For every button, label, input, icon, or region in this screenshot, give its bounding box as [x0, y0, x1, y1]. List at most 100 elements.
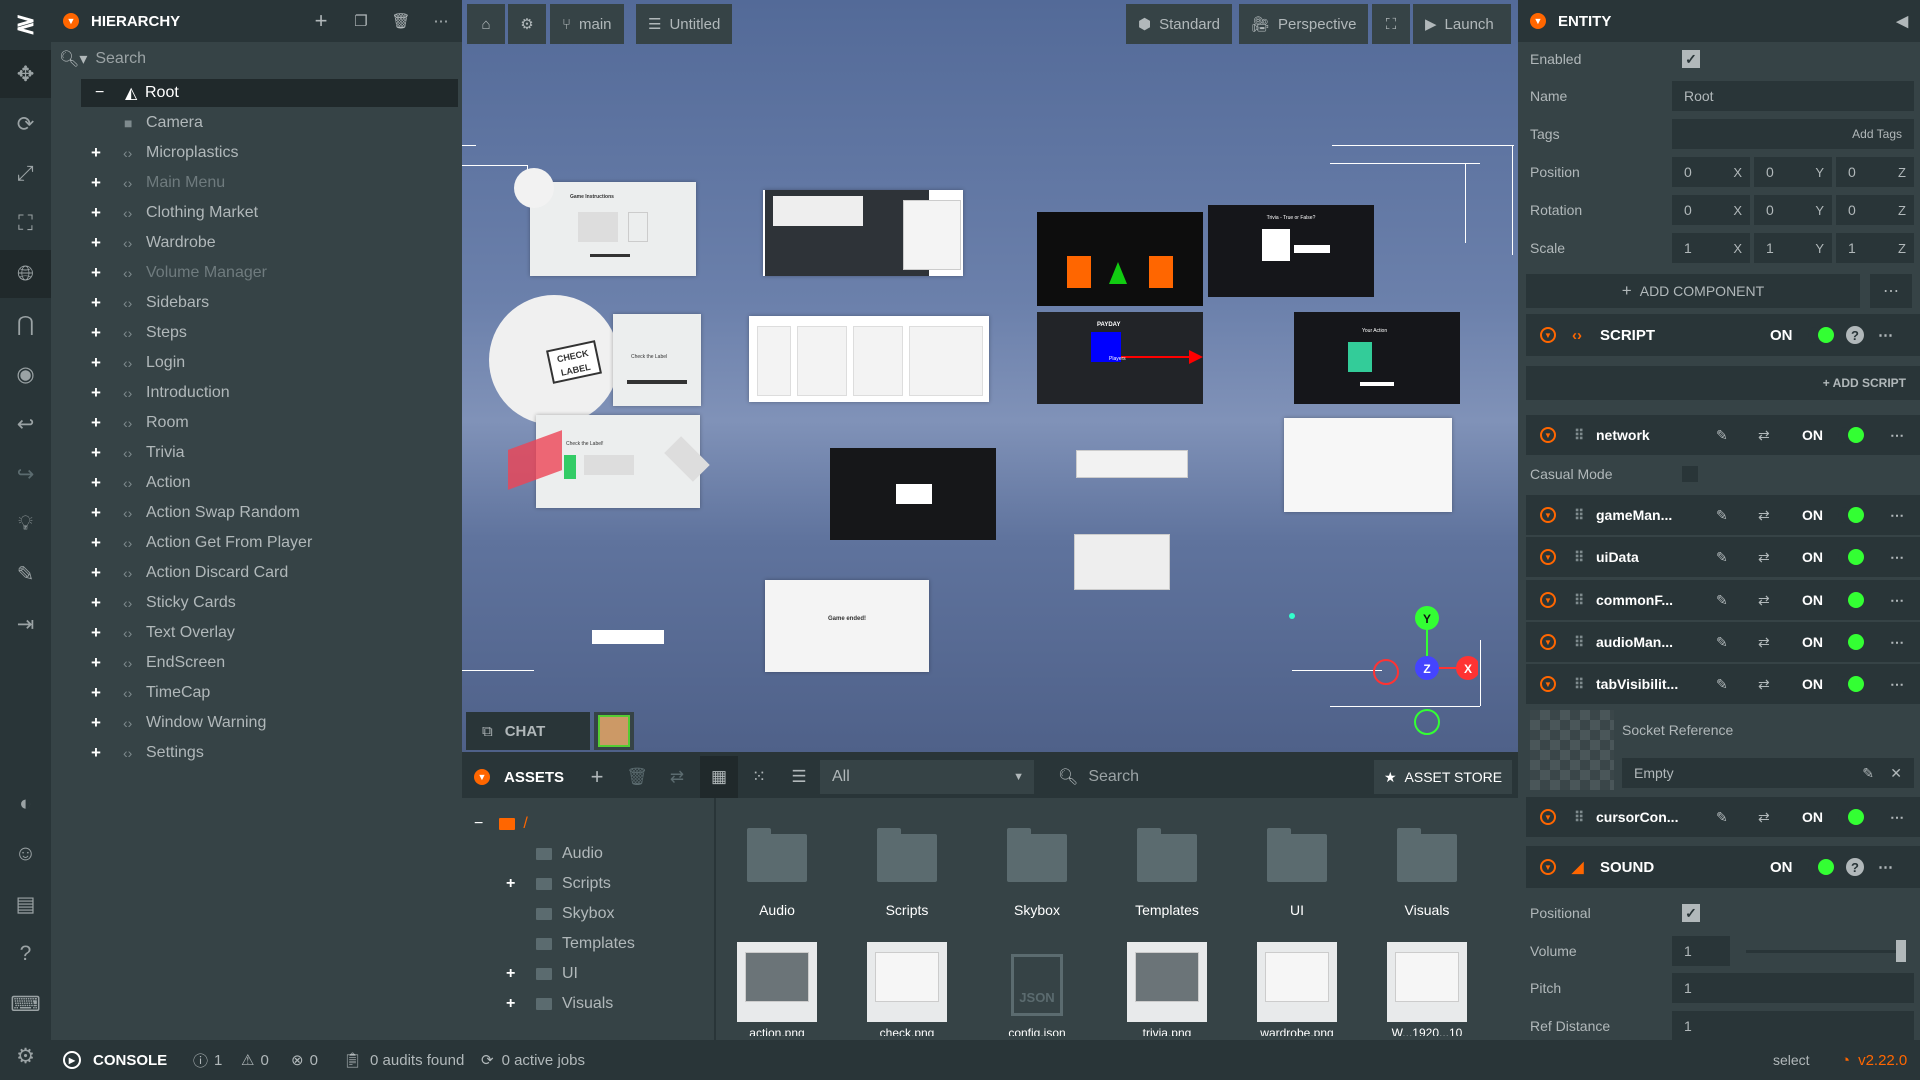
- asset-folder-tile[interactable]: Visuals: [1372, 828, 1482, 918]
- help-icon[interactable]: ?: [0, 930, 51, 978]
- render-mode-button[interactable]: ⬢ Standard: [1126, 4, 1232, 44]
- position-z-field[interactable]: 0Z: [1836, 157, 1914, 187]
- collapse-script-icon[interactable]: ▼: [1540, 809, 1556, 825]
- tags-field[interactable]: Add Tags: [1672, 119, 1914, 149]
- swap-script-icon[interactable]: ⇄: [1758, 507, 1770, 524]
- orientation-gizmo[interactable]: Y Z X: [1368, 600, 1478, 740]
- expand-icon[interactable]: +: [91, 293, 101, 313]
- publish-icon[interactable]: ⇥: [0, 600, 51, 648]
- asset-file-tile[interactable]: W...1920...10: [1387, 942, 1467, 1036]
- drag-handle-icon[interactable]: ⠿: [1574, 634, 1584, 651]
- script-toggle[interactable]: [1838, 634, 1864, 650]
- expand-icon[interactable]: +: [506, 965, 515, 983]
- collapse-right-icon[interactable]: ◀: [1896, 12, 1908, 30]
- scale-z-field[interactable]: 1Z: [1836, 233, 1914, 263]
- script-toggle[interactable]: [1838, 427, 1864, 443]
- hierarchy-item[interactable]: + ‹› Action Discard Card: [51, 559, 462, 587]
- audits-status[interactable]: 📋︎ 0 audits found: [343, 1040, 464, 1080]
- close-icon[interactable]: ✕: [1890, 765, 1902, 782]
- expand-icon[interactable]: +: [91, 473, 101, 493]
- asset-type-filter[interactable]: All ▼: [820, 760, 1034, 794]
- expand-icon[interactable]: +: [91, 443, 101, 463]
- collapse-script-icon[interactable]: ▼: [1540, 676, 1556, 692]
- socket-reference-thumbnail[interactable]: [1530, 710, 1614, 790]
- undo-icon[interactable]: ↩: [0, 400, 51, 448]
- sound-component-header[interactable]: ▼ ◢ SOUND ON ? ⋯: [1526, 846, 1920, 888]
- hierarchy-item[interactable]: + ‹› Settings: [51, 739, 462, 767]
- scale-tool-icon[interactable]: ⤢: [0, 150, 51, 198]
- edit-script-icon[interactable]: ✎: [1716, 634, 1728, 651]
- script-item[interactable]: ▼ ⠿ gameMan... ✎ ⇄ ON ⋯: [1526, 495, 1920, 535]
- hierarchy-item[interactable]: + ‹› Action: [51, 469, 462, 497]
- text-overlay-row[interactable]: [592, 630, 664, 644]
- delete-entity-icon[interactable]: 🗑︎: [384, 4, 418, 38]
- hierarchy-item[interactable]: + ‹› Action Swap Random: [51, 499, 462, 527]
- hierarchy-item[interactable]: + ‹› Action Get From Player: [51, 529, 462, 557]
- help-icon[interactable]: ?: [1846, 858, 1864, 876]
- help-icon[interactable]: ?: [1846, 326, 1864, 344]
- fullscreen-button[interactable]: ⛶: [1372, 4, 1410, 44]
- grid-small-view-icon[interactable]: ⁙: [740, 756, 778, 798]
- swap-script-icon[interactable]: ⇄: [1758, 592, 1770, 609]
- script-menu-icon[interactable]: ⋯: [1890, 634, 1904, 651]
- swap-script-icon[interactable]: ⇄: [1758, 549, 1770, 566]
- collapse-script-icon[interactable]: ▼: [1540, 549, 1556, 565]
- expand-icon[interactable]: +: [506, 995, 515, 1013]
- asset-tree-folder[interactable]: + UI: [506, 960, 578, 988]
- avatar[interactable]: [594, 712, 634, 750]
- duplicate-entity-icon[interactable]: ❐: [344, 4, 378, 38]
- collapse-panel-icon[interactable]: ▼: [1530, 13, 1546, 29]
- hierarchy-menu-icon[interactable]: ⋯: [424, 4, 458, 38]
- hierarchy-item[interactable]: + ‹› Volume Manager: [51, 259, 462, 287]
- hierarchy-item[interactable]: + ‹› TimeCap: [51, 679, 462, 707]
- asset-file-tile[interactable]: check.png: [867, 942, 947, 1036]
- swap-script-icon[interactable]: ⇄: [1758, 427, 1770, 444]
- hierarchy-search-input[interactable]: [95, 50, 416, 68]
- scale-y-field[interactable]: 1Y: [1754, 233, 1832, 263]
- volume-slider-track[interactable]: [1746, 950, 1906, 953]
- move-tool-icon[interactable]: ✥: [0, 50, 51, 98]
- scene-viewport[interactable]: ⌂ ⚙ ⑂ main ☰ Untitled ⬢ Standard 🎥︎ Perspect…: [462, 0, 1518, 752]
- asset-file-tile[interactable]: wardrobe.png: [1257, 942, 1337, 1036]
- gizmo-neg-x-handle[interactable]: [1373, 659, 1399, 685]
- expand-icon[interactable]: +: [91, 143, 101, 163]
- playcanvas-logo-icon[interactable]: ≷: [0, 0, 51, 48]
- name-field[interactable]: Root: [1672, 81, 1914, 111]
- script-item[interactable]: ▼ ⠿ uiData ✎ ⇄ ON ⋯: [1526, 537, 1920, 577]
- expand-icon[interactable]: +: [91, 683, 101, 703]
- version-info[interactable]: ◔ v2.22.0: [1841, 1040, 1907, 1080]
- redo-icon[interactable]: ↪: [0, 450, 51, 498]
- add-component-button[interactable]: + ADD COMPONENT: [1526, 274, 1860, 308]
- asset-folder-tile[interactable]: Scripts: [852, 828, 962, 918]
- collapse-script-icon[interactable]: ▼: [1540, 592, 1556, 608]
- collapse-script-icon[interactable]: ▼: [1540, 507, 1556, 523]
- hierarchy-item[interactable]: ■ Camera: [51, 109, 462, 137]
- collapse-script-icon[interactable]: ▼: [1540, 427, 1556, 443]
- expand-icon[interactable]: +: [91, 323, 101, 343]
- expand-icon[interactable]: +: [91, 743, 101, 763]
- hierarchy-item[interactable]: + ‹› Sidebars: [51, 289, 462, 317]
- edit-script-icon[interactable]: ✎: [1716, 507, 1728, 524]
- script-item[interactable]: ▼ ⠿ tabVisibilit... ✎ ⇄ ON ⋯: [1526, 664, 1920, 704]
- add-asset-icon[interactable]: +: [580, 756, 614, 798]
- world-space-icon[interactable]: 🌐︎: [0, 250, 51, 298]
- game-ended-card[interactable]: Game ended!: [765, 580, 929, 672]
- asset-tree-folder[interactable]: + Visuals: [506, 990, 613, 1018]
- info-count[interactable]: ⓘ 1: [193, 1040, 222, 1080]
- script-enabled-toggle[interactable]: [1808, 327, 1834, 343]
- collapse-script-icon[interactable]: ▼: [1540, 327, 1556, 343]
- casual-mode-checkbox[interactable]: [1682, 466, 1698, 482]
- script-item[interactable]: ▼ ⠿ audioMan... ✎ ⇄ ON ⋯: [1526, 622, 1920, 662]
- add-entity-icon[interactable]: +: [304, 4, 338, 38]
- asset-tree-folder[interactable]: Templates: [506, 930, 635, 958]
- edit-script-icon[interactable]: ✎: [1716, 549, 1728, 566]
- asset-store-button[interactable]: ★ ASSET STORE: [1374, 760, 1512, 794]
- delete-asset-icon[interactable]: 🗑︎: [620, 756, 654, 798]
- position-y-field[interactable]: 0Y: [1754, 157, 1832, 187]
- asset-file-tile[interactable]: trivia.png: [1127, 942, 1207, 1036]
- script-toggle[interactable]: [1838, 676, 1864, 692]
- chat-button[interactable]: ⧉ CHAT: [466, 712, 590, 750]
- script-menu-icon[interactable]: ⋯: [1878, 326, 1893, 344]
- hierarchy-item[interactable]: + ‹› Microplastics: [51, 139, 462, 167]
- hierarchy-item[interactable]: + ‹› EndScreen: [51, 649, 462, 677]
